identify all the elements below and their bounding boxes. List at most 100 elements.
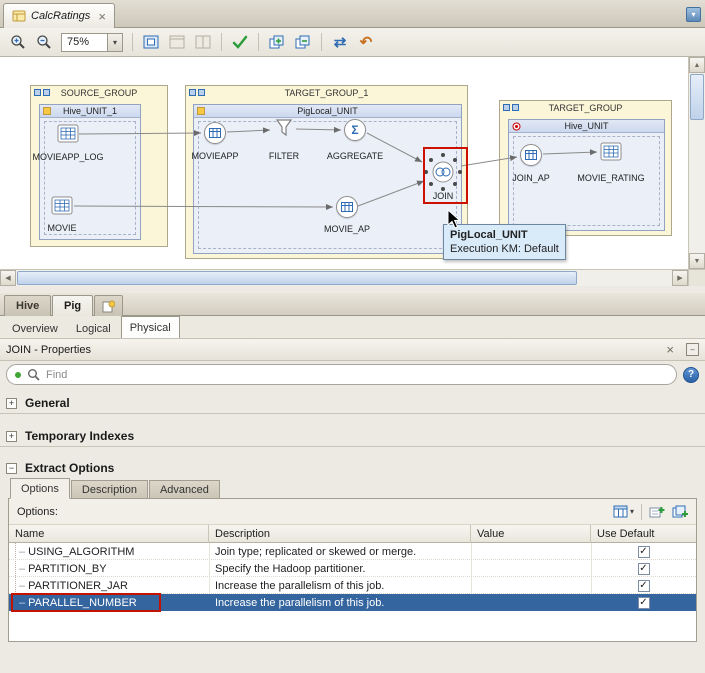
close-properties-icon[interactable]: × xyxy=(666,342,674,357)
undo-icon[interactable]: ↶ xyxy=(354,31,378,53)
tab-calcratings[interactable]: CalcRatings × xyxy=(3,3,115,28)
target-record-icon xyxy=(512,122,521,131)
node-movie-rating[interactable] xyxy=(600,142,622,161)
tab-overview-label: Overview xyxy=(12,322,58,335)
expand-icon[interactable]: + xyxy=(6,397,17,409)
tab-overview[interactable]: Overview xyxy=(4,319,66,338)
tab-physical[interactable]: Physical xyxy=(120,316,180,338)
tab-hive-label: Hive xyxy=(16,300,40,312)
node-movieapp-log[interactable] xyxy=(57,124,79,143)
physical-diagram-canvas[interactable]: SOURCE_GROUP Hive_UNIT_1 TARGET_GROUP_1 … xyxy=(0,57,688,269)
scroll-left-button[interactable]: ◀ xyxy=(0,270,16,286)
tab-pig-label: Pig xyxy=(64,300,82,312)
column-header-description[interactable]: Description xyxy=(209,525,471,543)
document-tabbar: CalcRatings × ▾ xyxy=(0,0,705,28)
scroll-down-button[interactable]: ▼ xyxy=(689,253,705,269)
group-target[interactable]: TARGET_GROUP Hive_UNIT xyxy=(499,100,672,236)
use-default-checkbox[interactable] xyxy=(637,579,650,592)
node-join-ap[interactable] xyxy=(520,144,542,166)
table-view-icon[interactable] xyxy=(613,505,628,518)
collapse-icon[interactable]: − xyxy=(6,462,17,474)
table-row-using-algorithm[interactable]: – USING_ALGORITHM Join type; replicated o… xyxy=(9,543,696,560)
node-movieapp[interactable] xyxy=(204,122,226,144)
tab-logical[interactable]: Logical xyxy=(68,319,119,338)
options-label: Options: xyxy=(17,505,58,518)
divider xyxy=(0,446,705,447)
validate-button[interactable] xyxy=(228,31,252,53)
scroll-up-button[interactable]: ▲ xyxy=(689,57,705,73)
collapse-all-button[interactable] xyxy=(291,31,315,53)
use-default-checkbox[interactable] xyxy=(637,545,650,558)
tab-options[interactable]: Options xyxy=(10,478,70,499)
toolbar-separator xyxy=(221,33,222,51)
add-option-icon[interactable] xyxy=(649,505,665,518)
duplicate-option-icon[interactable] xyxy=(672,505,688,518)
zoom-out-button[interactable] xyxy=(32,31,56,53)
zoom-level-combo[interactable]: 75% ▾ xyxy=(61,32,123,52)
group-target-title: TARGET_GROUP xyxy=(548,103,623,113)
tab-hive[interactable]: Hive xyxy=(4,295,52,316)
zoom-in-button[interactable] xyxy=(6,31,30,53)
view-tabs: Overview Logical Physical xyxy=(0,316,705,339)
zoom-dropdown-icon[interactable]: ▾ xyxy=(107,33,122,51)
vertical-scroll-thumb[interactable] xyxy=(690,74,704,120)
option-value[interactable] xyxy=(477,560,591,577)
minimize-panel-icon[interactable]: – xyxy=(686,343,699,356)
annotation-highlight-join xyxy=(423,147,468,204)
column-header-value[interactable]: Value xyxy=(471,525,591,543)
table-view-dropdown-icon[interactable]: ▾ xyxy=(630,507,634,516)
column-header-use-default[interactable]: Use Default xyxy=(591,525,696,543)
tab-list-button[interactable]: ▾ xyxy=(686,7,701,22)
tab-advanced[interactable]: Advanced xyxy=(148,480,220,499)
node-filter[interactable] xyxy=(274,118,294,138)
section-extract-options[interactable]: − Extract Options xyxy=(0,456,705,480)
unit-hive-unit-title: Hive_UNIT xyxy=(564,121,609,131)
vertical-scrollbar[interactable]: ▲ ▼ xyxy=(688,57,705,269)
option-value[interactable] xyxy=(477,543,591,560)
options-toolbar: Options: ▾ xyxy=(9,499,696,525)
column-header-name[interactable]: Name xyxy=(9,525,209,543)
zoom-level-value: 75% xyxy=(67,36,90,48)
use-default-checkbox[interactable] xyxy=(637,562,650,575)
option-description: Specify the Hadoop partitioner. xyxy=(215,562,366,575)
close-tab-icon[interactable]: × xyxy=(98,10,106,23)
search-status-dot xyxy=(15,371,21,378)
tab-pig[interactable]: Pig xyxy=(52,295,94,316)
tab-description[interactable]: Description xyxy=(70,480,148,499)
node-movie[interactable] xyxy=(51,196,73,215)
option-value[interactable] xyxy=(477,577,591,594)
horizontal-scrollbar[interactable]: ◀ ▶ xyxy=(0,269,688,286)
node-aggregate[interactable]: Σ xyxy=(344,119,366,141)
expand-icon[interactable]: + xyxy=(6,430,17,442)
technology-tabs: Hive Pig xyxy=(0,293,705,316)
fit-diagram-button[interactable] xyxy=(139,31,163,53)
section-general[interactable]: + General xyxy=(0,391,705,415)
new-deployment-tab-button[interactable] xyxy=(94,295,123,316)
toolbar-separator xyxy=(258,33,259,51)
help-icon[interactable]: ? xyxy=(683,366,699,383)
table-row-partition-by[interactable]: – PARTITION_BY Specify the Hadoop partiti… xyxy=(9,560,696,577)
option-description: Increase the parallelism of this job. xyxy=(215,579,385,592)
section-temporary-indexes[interactable]: + Temporary Indexes xyxy=(0,424,705,448)
node-movie-ap-label: MOVIE_AP xyxy=(323,224,370,234)
section-temporary-indexes-label: Temporary Indexes xyxy=(25,429,135,443)
group-icons xyxy=(503,104,519,111)
node-filter-label: FILTER xyxy=(268,151,300,161)
node-movie-ap[interactable] xyxy=(336,196,358,218)
synchronize-button[interactable]: ⇄ xyxy=(328,31,352,53)
use-default-checkbox[interactable] xyxy=(637,596,650,609)
horizontal-scroll-thumb[interactable] xyxy=(17,271,577,285)
expand-all-button[interactable] xyxy=(265,31,289,53)
find-input[interactable] xyxy=(46,368,668,381)
tooltip-title: PigLocal_UNIT xyxy=(450,229,528,241)
node-aggregate-label: AGGREGATE xyxy=(326,151,384,161)
scroll-right-button[interactable]: ▶ xyxy=(672,270,688,286)
properties-header: JOIN - Properties × – xyxy=(0,339,705,361)
scrollbar-corner xyxy=(688,269,705,286)
table-row-partitioner-jar[interactable]: – PARTITIONER_JAR Increase the parallelis… xyxy=(9,577,696,594)
option-value[interactable] xyxy=(477,594,591,611)
execution-unit-tooltip: PigLocal_UNIT Execution KM: Default xyxy=(443,224,566,260)
group-target-1-title: TARGET_GROUP_1 xyxy=(284,88,369,98)
find-field[interactable] xyxy=(6,364,677,385)
unit-hive-unit-1[interactable]: Hive_UNIT_1 xyxy=(39,104,141,240)
